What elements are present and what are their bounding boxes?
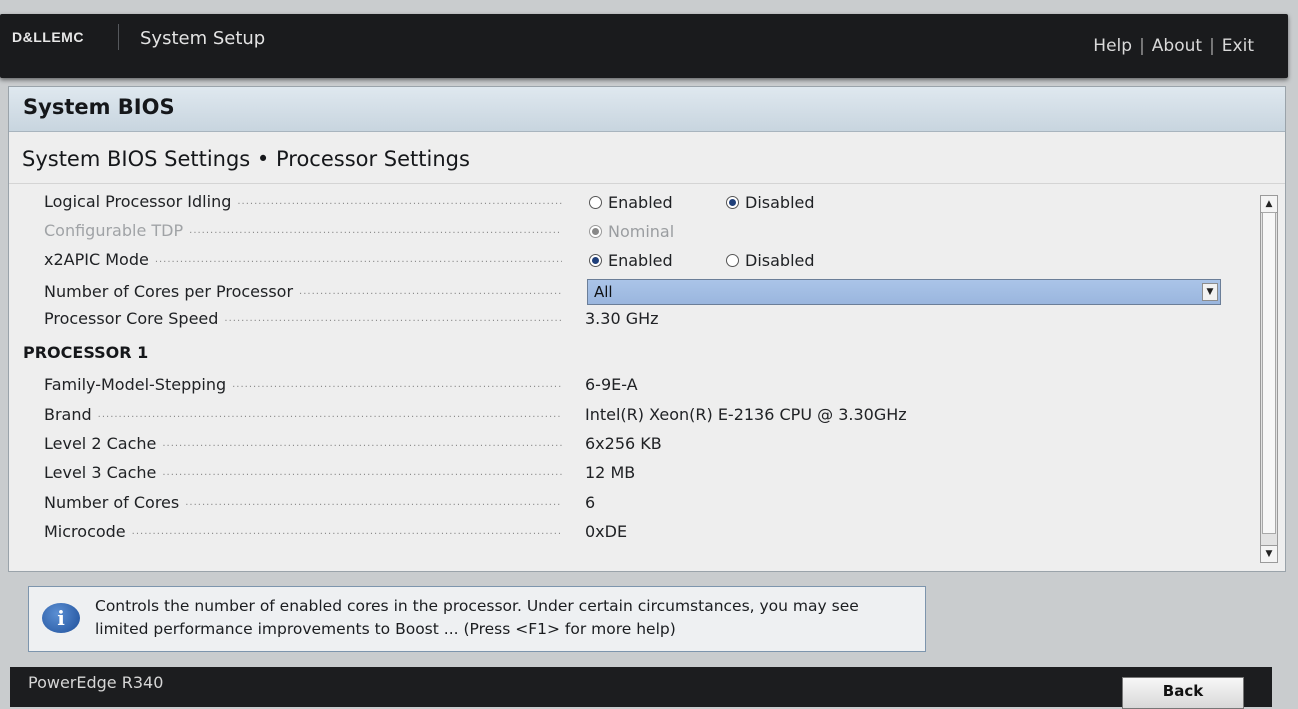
app-title: System Setup: [140, 28, 266, 49]
info-value: 6: [585, 493, 596, 512]
info-label: Level 2 Cache: [44, 434, 562, 453]
info-row: Microcode 0xDE: [9, 519, 1249, 545]
setting-label: Configurable TDP: [44, 221, 562, 240]
section-divider: [9, 183, 1285, 184]
help-text: Controls the number of enabled cores in …: [95, 597, 859, 638]
cores-per-processor-select[interactable]: All ▼: [587, 279, 1221, 305]
chevron-down-icon[interactable]: ▼: [1202, 283, 1218, 301]
info-label: Microcode: [44, 522, 562, 541]
link-separator: |: [1209, 36, 1215, 56]
info-label: Family-Model-Stepping: [44, 375, 562, 394]
info-label: Number of Cores: [44, 493, 562, 512]
logical-idling-disabled-radio[interactable]: Disabled: [726, 193, 815, 212]
scroll-thumb[interactable]: [1262, 212, 1276, 534]
processor-1-title: PROCESSOR 1: [23, 343, 149, 362]
setting-configurable-tdp: Configurable TDP Nominal: [9, 218, 1249, 244]
radio-label: Disabled: [745, 193, 815, 212]
info-value: 6x256 KB: [585, 434, 662, 453]
panel-title: System BIOS: [23, 95, 175, 119]
setting-label: x2APIC Mode: [44, 250, 562, 269]
x2apic-enabled-radio[interactable]: Enabled: [589, 251, 673, 270]
link-separator: |: [1139, 36, 1145, 56]
vertical-scrollbar[interactable]: ▲ ▼: [1260, 195, 1278, 563]
setting-label: Processor Core Speed: [44, 309, 562, 328]
info-value: 12 MB: [585, 463, 636, 482]
top-bar: D&LLEMC System Setup Help | About | Exit: [0, 14, 1288, 78]
info-row: Level 3 Cache 12 MB: [9, 460, 1249, 486]
info-row: Number of Cores 6: [9, 490, 1249, 516]
info-row: Brand Intel(R) Xeon(R) E-2136 CPU @ 3.30…: [9, 402, 1249, 428]
radio-off-icon: [726, 254, 739, 267]
radio-on-icon: [589, 225, 602, 238]
scroll-up-icon[interactable]: ▲: [1261, 196, 1277, 213]
exit-link[interactable]: Exit: [1222, 36, 1254, 56]
radio-label: Nominal: [608, 222, 675, 241]
setting-label: Number of Cores per Processor: [44, 282, 562, 301]
info-row: Level 2 Cache 6x256 KB: [9, 431, 1249, 457]
help-link[interactable]: Help: [1093, 36, 1132, 56]
radio-on-icon: [589, 254, 602, 267]
radio-off-icon: [589, 196, 602, 209]
info-icon: i: [42, 603, 80, 633]
setting-label: Logical Processor Idling: [44, 192, 562, 211]
back-button[interactable]: Back: [1122, 677, 1244, 709]
panel-header: System BIOS: [9, 87, 1285, 132]
dell-emc-logo: D&LLEMC: [12, 29, 84, 45]
footer-bar: PowerEdge R340 Back: [10, 667, 1272, 709]
setting-x2apic-mode: x2APIC Mode Enabled Disabled: [9, 247, 1249, 273]
info-label: Brand: [44, 405, 562, 424]
x2apic-disabled-radio[interactable]: Disabled: [726, 251, 815, 270]
info-value: 6-9E-A: [585, 375, 638, 394]
logo-divider: [118, 24, 119, 50]
info-value: 0xDE: [585, 522, 628, 541]
top-links: Help | About | Exit: [1093, 36, 1254, 56]
radio-label: Enabled: [608, 251, 673, 270]
logical-idling-enabled-radio[interactable]: Enabled: [589, 193, 673, 212]
radio-on-icon: [726, 196, 739, 209]
setting-core-speed: Processor Core Speed 3.30 GHz: [9, 306, 1249, 332]
server-model: PowerEdge R340: [28, 673, 164, 692]
info-row: Family-Model-Stepping 6-9E-A: [9, 372, 1249, 398]
section-title: System BIOS Settings • Processor Setting…: [22, 147, 470, 171]
setting-value: 3.30 GHz: [585, 309, 659, 328]
radio-label: Disabled: [745, 251, 815, 270]
radio-label: Enabled: [608, 193, 673, 212]
help-box: i Controls the number of enabled cores i…: [28, 586, 926, 652]
about-link[interactable]: About: [1152, 36, 1202, 56]
info-value: Intel(R) Xeon(R) E-2136 CPU @ 3.30GHz: [585, 405, 907, 424]
bios-panel: System BIOS System BIOS Settings • Proce…: [8, 86, 1286, 572]
tdp-nominal-radio: Nominal: [589, 222, 674, 241]
setting-logical-processor-idling: Logical Processor Idling Enabled Disable…: [9, 189, 1249, 215]
select-value: All: [594, 283, 613, 301]
info-label: Level 3 Cache: [44, 463, 562, 482]
scroll-down-icon[interactable]: ▼: [1261, 545, 1277, 562]
setting-cores-per-processor: Number of Cores per Processor All ▼: [9, 279, 1249, 305]
